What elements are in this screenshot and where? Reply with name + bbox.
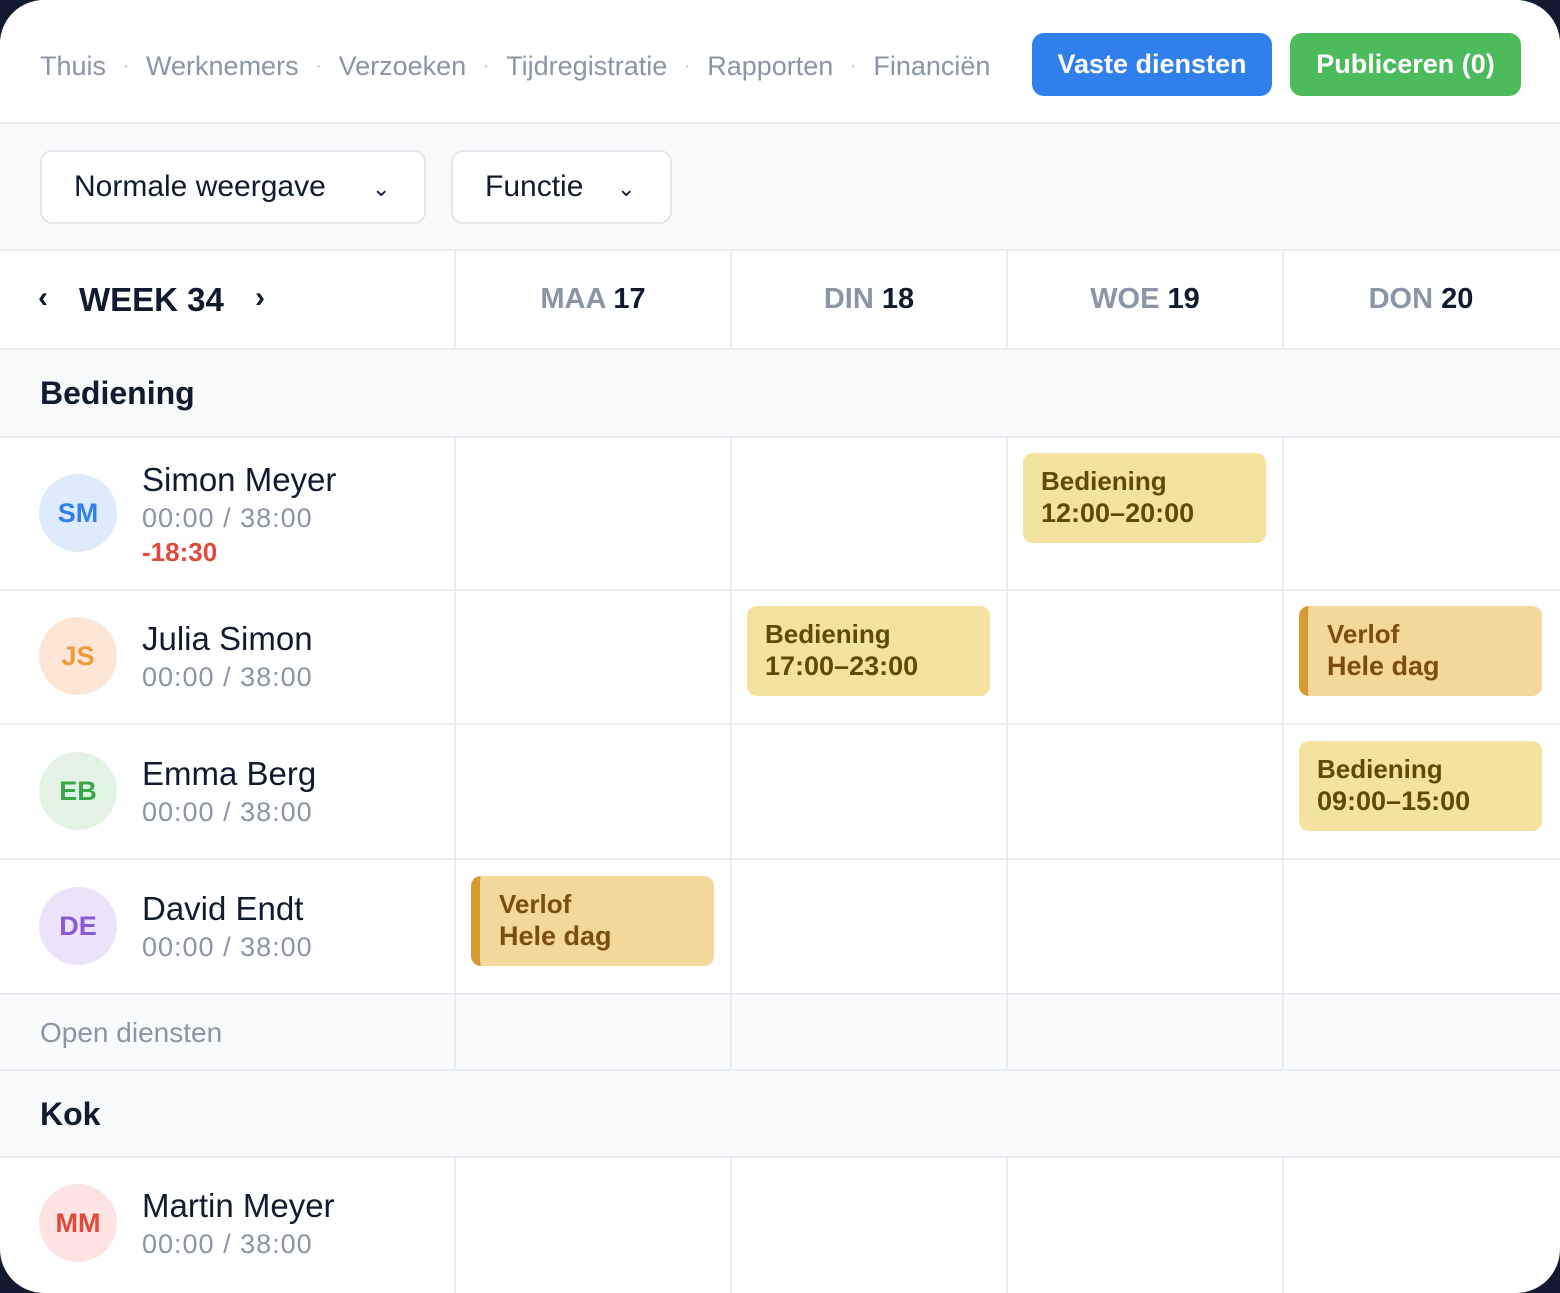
shift-card[interactable]: Bediening 09:00–15:00 (1299, 741, 1542, 831)
chevron-down-icon: ⌄ (372, 176, 391, 201)
nav-item-financien[interactable]: Financiën (873, 44, 990, 88)
day-name: MAA (540, 283, 606, 315)
leave-title: Verlof (1327, 619, 1400, 649)
grid-line (730, 438, 732, 1069)
scheduler-app: Thuis · Werknemers · Verzoeken · Tijdregistrat… (0, 0, 1560, 1293)
shift-title: Bediening (1041, 466, 1167, 496)
fixed-shifts-button[interactable]: Vaste diensten (1032, 33, 1272, 96)
week-navigator: ‹ WEEK 34 › (0, 251, 454, 348)
shift-card[interactable]: Bediening 12:00–20:00 (1023, 453, 1266, 543)
grid-line (0, 723, 1560, 725)
employee-hours: 00:00 / 38:00 (142, 503, 313, 533)
grid-line (0, 858, 1560, 860)
view-dropdown[interactable]: Normale weergave ⌄ (40, 150, 426, 224)
grid-line (454, 438, 456, 1069)
grid-line (1282, 251, 1284, 348)
employee-name[interactable]: David Endt (142, 890, 303, 928)
leave-card[interactable]: Verlof Hele dag (471, 876, 714, 966)
avatar[interactable]: MM (39, 1184, 117, 1262)
nav-item-verzoeken[interactable]: Verzoeken (339, 44, 467, 88)
shift-title: Bediening (765, 619, 891, 649)
day-name: DON (1368, 283, 1434, 315)
grid-line (730, 251, 732, 348)
nav-separator: · (315, 55, 322, 77)
function-dropdown[interactable]: Functie ⌄ (451, 150, 672, 224)
shift-title: Bediening (1317, 754, 1443, 784)
employee-hours: 00:00 / 38:00 (142, 797, 313, 827)
chevron-right-icon[interactable]: › (255, 281, 265, 315)
avatar[interactable]: JS (39, 617, 117, 695)
employee-name[interactable]: Simon Meyer (142, 461, 336, 499)
employee-name[interactable]: Emma Berg (142, 755, 316, 793)
avatar[interactable]: DE (39, 887, 117, 965)
leave-duration: Hele dag (499, 921, 612, 951)
section-header-bediening: Bediening (0, 350, 1560, 436)
nav-item-thuis[interactable]: Thuis (40, 44, 106, 88)
function-dropdown-label: Functie (485, 170, 584, 203)
day-number: 19 (1167, 283, 1200, 315)
nav-item-tijdregistratie[interactable]: Tijdregistratie (506, 44, 667, 88)
day-header-din: DIN 18 (732, 251, 1006, 348)
nav-item-rapporten[interactable]: Rapporten (707, 44, 833, 88)
day-number: 20 (1441, 283, 1474, 315)
employee-hours: 00:00 / 38:00 (142, 932, 313, 962)
day-number: 18 (881, 283, 915, 315)
grid-line (0, 589, 1560, 591)
grid-line (1282, 1158, 1284, 1293)
shift-time: 09:00–15:00 (1317, 786, 1471, 816)
day-header-woe: WOE 19 (1008, 251, 1282, 348)
filter-bar: Normale weergave ⌄ Functie ⌄ (0, 124, 1560, 251)
grid-line (0, 348, 1560, 350)
day-number: 17 (613, 283, 646, 315)
open-shifts-row (0, 995, 1560, 1069)
avatar[interactable]: SM (39, 474, 117, 552)
main-nav: Thuis · Werknemers · Verzoeken · Tijdregistrat… (40, 44, 1008, 88)
grid-line (1006, 438, 1008, 1069)
nav-separator: · (849, 55, 857, 77)
chevron-left-icon[interactable]: ‹ (38, 281, 48, 315)
open-shifts-label: Open diensten (40, 1017, 223, 1048)
shift-time: 12:00–20:00 (1041, 498, 1195, 528)
leave-title: Verlof (499, 889, 572, 919)
day-header-don: DON 20 (1284, 251, 1558, 348)
avatar[interactable]: EB (39, 752, 117, 830)
section-header-kok: Kok (0, 1071, 1560, 1156)
grid-line (1282, 438, 1284, 1069)
shift-card[interactable]: Bediening 17:00–23:00 (747, 606, 990, 696)
nav-separator: · (683, 55, 691, 77)
employee-balance: -18:30 (142, 537, 218, 567)
section-title: Kok (40, 1096, 101, 1132)
grid-line (0, 1069, 1560, 1071)
grid-line (0, 993, 1560, 995)
nav-separator: · (122, 55, 130, 77)
section-title: Bediening (40, 375, 195, 411)
grid-line (0, 436, 1560, 438)
employee-hours: 00:00 / 38:00 (142, 662, 313, 692)
grid-line (454, 1158, 456, 1293)
day-name: DIN (823, 283, 874, 315)
top-navigation-bar: Thuis · Werknemers · Verzoeken · Tijdregistrat… (0, 0, 1560, 124)
day-header-maa: MAA 17 (456, 251, 730, 348)
leave-duration: Hele dag (1327, 651, 1440, 681)
day-name: WOE (1090, 283, 1160, 315)
nav-item-werknemers[interactable]: Werknemers (146, 44, 299, 88)
leave-card[interactable]: Verlof Hele dag (1299, 606, 1542, 696)
grid-line (730, 1158, 732, 1293)
employee-name[interactable]: Julia Simon (142, 620, 313, 658)
nav-separator: · (482, 55, 490, 77)
grid-line (1006, 251, 1008, 348)
week-label: WEEK 34 (79, 281, 224, 318)
employee-name[interactable]: Martin Meyer (142, 1187, 335, 1225)
chevron-down-icon: ⌄ (617, 176, 636, 201)
view-dropdown-label: Normale weergave (74, 170, 326, 203)
grid-line (454, 251, 456, 348)
grid-line (1006, 1158, 1008, 1293)
employee-hours: 00:00 / 38:00 (142, 1229, 313, 1259)
shift-time: 17:00–23:00 (765, 651, 919, 681)
grid-line (0, 1156, 1560, 1158)
publish-button[interactable]: Publiceren (0) (1290, 33, 1521, 96)
